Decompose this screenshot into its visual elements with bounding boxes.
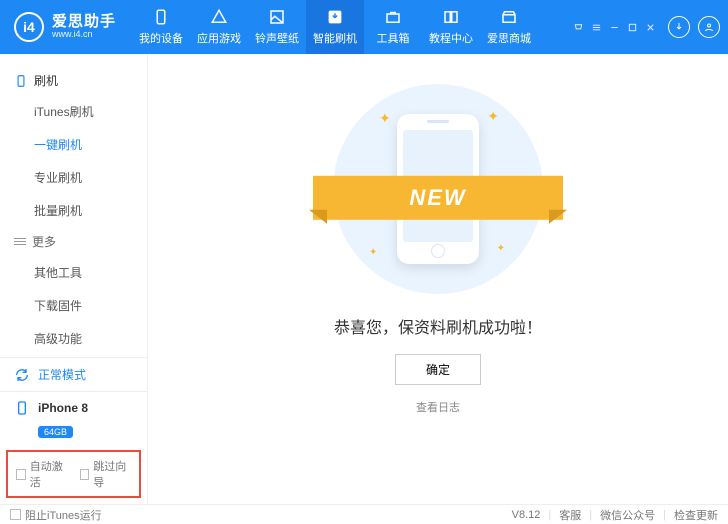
check-update-link[interactable]: 检查更新 bbox=[674, 507, 718, 523]
sidebar-item-advanced[interactable]: 高级功能 bbox=[34, 322, 147, 355]
sidebar-item-oneclick-flash[interactable]: 一键刷机 bbox=[34, 128, 147, 161]
main-content: NEW ✦ ✦ ✦ ✦ 恭喜您，保资料刷机成功啦！ 确定 查看日志 bbox=[148, 54, 728, 504]
nav-apps[interactable]: 应用游戏 bbox=[190, 0, 248, 54]
sidebar-item-pro-flash[interactable]: 专业刷机 bbox=[34, 161, 147, 194]
sidebar-item-download-firmware[interactable]: 下载固件 bbox=[34, 289, 147, 322]
nav-label: 工具箱 bbox=[377, 30, 410, 46]
maximize-icon[interactable] bbox=[626, 21, 638, 33]
cart-icon[interactable] bbox=[572, 21, 584, 33]
top-nav: 我的设备 应用游戏 铃声壁纸 智能刷机 工具箱 教程中心 爱思商城 bbox=[132, 0, 538, 54]
sidebar: 刷机 iTunes刷机 一键刷机 专业刷机 批量刷机 更多 其他工具 下载固件 … bbox=[0, 54, 148, 504]
store-icon bbox=[500, 8, 518, 26]
flash-options-row: 自动激活 跳过向导 bbox=[6, 450, 141, 498]
nav-label: 智能刷机 bbox=[313, 30, 357, 46]
checkbox-label: 阻止iTunes运行 bbox=[25, 507, 102, 523]
account-button[interactable] bbox=[698, 16, 720, 38]
nav-toolbox[interactable]: 工具箱 bbox=[364, 0, 422, 54]
nav-my-device[interactable]: 我的设备 bbox=[132, 0, 190, 54]
support-link[interactable]: 客服 bbox=[559, 507, 581, 523]
wechat-link[interactable]: 微信公众号 bbox=[600, 507, 655, 523]
nav-label: 教程中心 bbox=[429, 30, 473, 46]
nav-wallpaper[interactable]: 铃声壁纸 bbox=[248, 0, 306, 54]
sidebar-item-itunes-flash[interactable]: iTunes刷机 bbox=[34, 95, 147, 128]
nav-label: 爱思商城 bbox=[487, 30, 531, 46]
device-mode[interactable]: 正常模式 bbox=[0, 358, 147, 392]
flash-icon bbox=[326, 8, 344, 26]
new-ribbon: NEW bbox=[313, 176, 563, 220]
menu-icon bbox=[14, 238, 26, 245]
brand-url: www.i4.cn bbox=[52, 30, 116, 40]
mode-label: 正常模式 bbox=[38, 366, 86, 383]
sidebar-item-batch-flash[interactable]: 批量刷机 bbox=[34, 194, 147, 227]
nav-label: 铃声壁纸 bbox=[255, 30, 299, 46]
checkbox-label: 自动激活 bbox=[30, 458, 68, 490]
device-name: iPhone 8 bbox=[38, 401, 88, 415]
nav-label: 应用游戏 bbox=[197, 30, 241, 46]
ribbon-text: NEW bbox=[313, 176, 563, 220]
nav-store[interactable]: 爱思商城 bbox=[480, 0, 538, 54]
minimize-icon[interactable] bbox=[608, 21, 620, 33]
logo-icon: i4 bbox=[14, 12, 44, 42]
window-controls bbox=[572, 21, 656, 33]
nav-flash[interactable]: 智能刷机 bbox=[306, 0, 364, 54]
nav-tutorial[interactable]: 教程中心 bbox=[422, 0, 480, 54]
brand-name: 爱思助手 bbox=[52, 14, 116, 31]
refresh-icon bbox=[14, 367, 30, 383]
device-info[interactable]: iPhone 8 64GB bbox=[0, 392, 147, 446]
sparkle-icon: ✦ bbox=[379, 110, 391, 127]
block-itunes-checkbox[interactable]: 阻止iTunes运行 bbox=[10, 507, 102, 523]
sidebar-item-other-tools[interactable]: 其他工具 bbox=[34, 256, 147, 289]
download-button[interactable] bbox=[668, 16, 690, 38]
status-bar: 阻止iTunes运行 V8.12| 客服| 微信公众号| 检查更新 bbox=[0, 504, 728, 524]
success-illustration: NEW ✦ ✦ ✦ ✦ bbox=[333, 84, 543, 294]
brand-logo: i4 爱思助手 www.i4.cn bbox=[14, 12, 116, 42]
book-icon bbox=[442, 8, 460, 26]
section-title: 更多 bbox=[32, 233, 56, 250]
phone-icon bbox=[152, 8, 170, 26]
app-header: i4 爱思助手 www.i4.cn 我的设备 应用游戏 铃声壁纸 智能刷机 工具… bbox=[0, 0, 728, 54]
header-right bbox=[572, 16, 720, 38]
menu-icon[interactable] bbox=[590, 21, 602, 33]
version-label: V8.12 bbox=[512, 509, 541, 521]
sparkle-icon: ✦ bbox=[369, 247, 377, 258]
wallpaper-icon bbox=[268, 8, 286, 26]
storage-badge: 64GB bbox=[38, 426, 73, 438]
section-title: 刷机 bbox=[34, 72, 58, 89]
phone-icon bbox=[14, 400, 30, 416]
sparkle-icon: ✦ bbox=[497, 243, 505, 254]
view-log-link[interactable]: 查看日志 bbox=[416, 399, 460, 415]
apps-icon bbox=[210, 8, 228, 26]
ok-button[interactable]: 确定 bbox=[395, 354, 481, 385]
phone-icon bbox=[14, 74, 28, 88]
sparkle-icon: ✦ bbox=[487, 108, 499, 125]
success-message: 恭喜您，保资料刷机成功啦！ bbox=[334, 314, 542, 338]
close-icon[interactable] bbox=[644, 21, 656, 33]
checkbox-label: 跳过向导 bbox=[93, 458, 131, 490]
sidebar-section-flash: 刷机 bbox=[0, 66, 147, 95]
nav-label: 我的设备 bbox=[139, 30, 183, 46]
auto-activate-checkbox[interactable]: 自动激活 bbox=[16, 458, 68, 490]
toolbox-icon bbox=[384, 8, 402, 26]
sidebar-section-more: 更多 bbox=[0, 227, 147, 256]
skip-guide-checkbox[interactable]: 跳过向导 bbox=[80, 458, 132, 490]
